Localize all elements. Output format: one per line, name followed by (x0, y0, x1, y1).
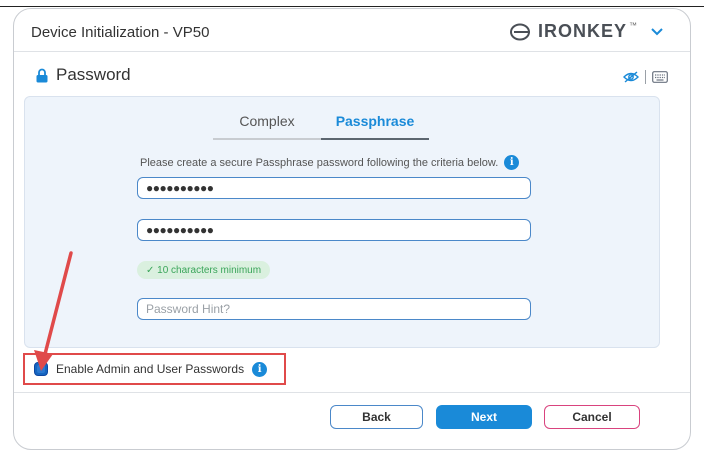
admin-passwords-option: Enable Admin and User Passwords i (23, 353, 286, 385)
lock-icon (36, 68, 48, 82)
brand-name: IRONKEY (537, 21, 627, 41)
brand-trademark: ™ (629, 21, 637, 30)
window-title: Device Initialization - VP50 (31, 24, 210, 41)
tab-bar: Complex Passphrase (213, 113, 429, 140)
tab-complex[interactable]: Complex (213, 113, 321, 140)
next-button[interactable]: Next (436, 405, 532, 429)
criteria-badge: ✓ 10 characters minimum (137, 261, 271, 279)
hide-password-icon[interactable] (623, 71, 639, 83)
confirm-password-value: ●●●●●●●●●● (146, 223, 214, 237)
admin-info-icon[interactable]: i (252, 361, 268, 377)
header-tools (623, 70, 668, 84)
top-border-line (0, 6, 704, 7)
chevron-down-icon[interactable] (651, 27, 663, 36)
password-panel: Complex Passphrase Please create a secur… (24, 96, 660, 348)
hint-placeholder: Password Hint? (146, 302, 231, 316)
criteria-text: ✓ 10 characters minimum (146, 264, 262, 276)
title-bar: Device Initialization - VP50 IRONKEY ™ (14, 9, 690, 52)
admin-passwords-label: Enable Admin and User Passwords (56, 362, 245, 376)
tools-divider (645, 70, 646, 84)
ironkey-logo: IRONKEY ™ (509, 21, 663, 42)
keyboard-icon[interactable] (652, 71, 668, 83)
cancel-button[interactable]: Cancel (544, 405, 640, 429)
footer-divider (14, 392, 690, 393)
instructions: Please create a secure Passphrase passwo… (140, 155, 520, 170)
admin-passwords-checkbox[interactable] (34, 362, 48, 376)
instructions-text: Please create a secure Passphrase passwo… (140, 156, 499, 169)
dialog-window: Device Initialization - VP50 IRONKEY ™ P… (13, 8, 691, 450)
confirm-password-field[interactable]: ●●●●●●●●●● (137, 219, 531, 241)
back-button[interactable]: Back (330, 405, 423, 429)
section-header: Password (36, 65, 131, 85)
password-value: ●●●●●●●●●● (146, 181, 214, 195)
info-icon[interactable]: i (504, 155, 520, 170)
tab-passphrase[interactable]: Passphrase (321, 113, 429, 140)
password-field[interactable]: ●●●●●●●●●● (137, 177, 531, 199)
password-hint-field[interactable]: Password Hint? (137, 298, 531, 320)
section-title: Password (56, 65, 131, 84)
ironkey-logo-icon (509, 23, 530, 40)
